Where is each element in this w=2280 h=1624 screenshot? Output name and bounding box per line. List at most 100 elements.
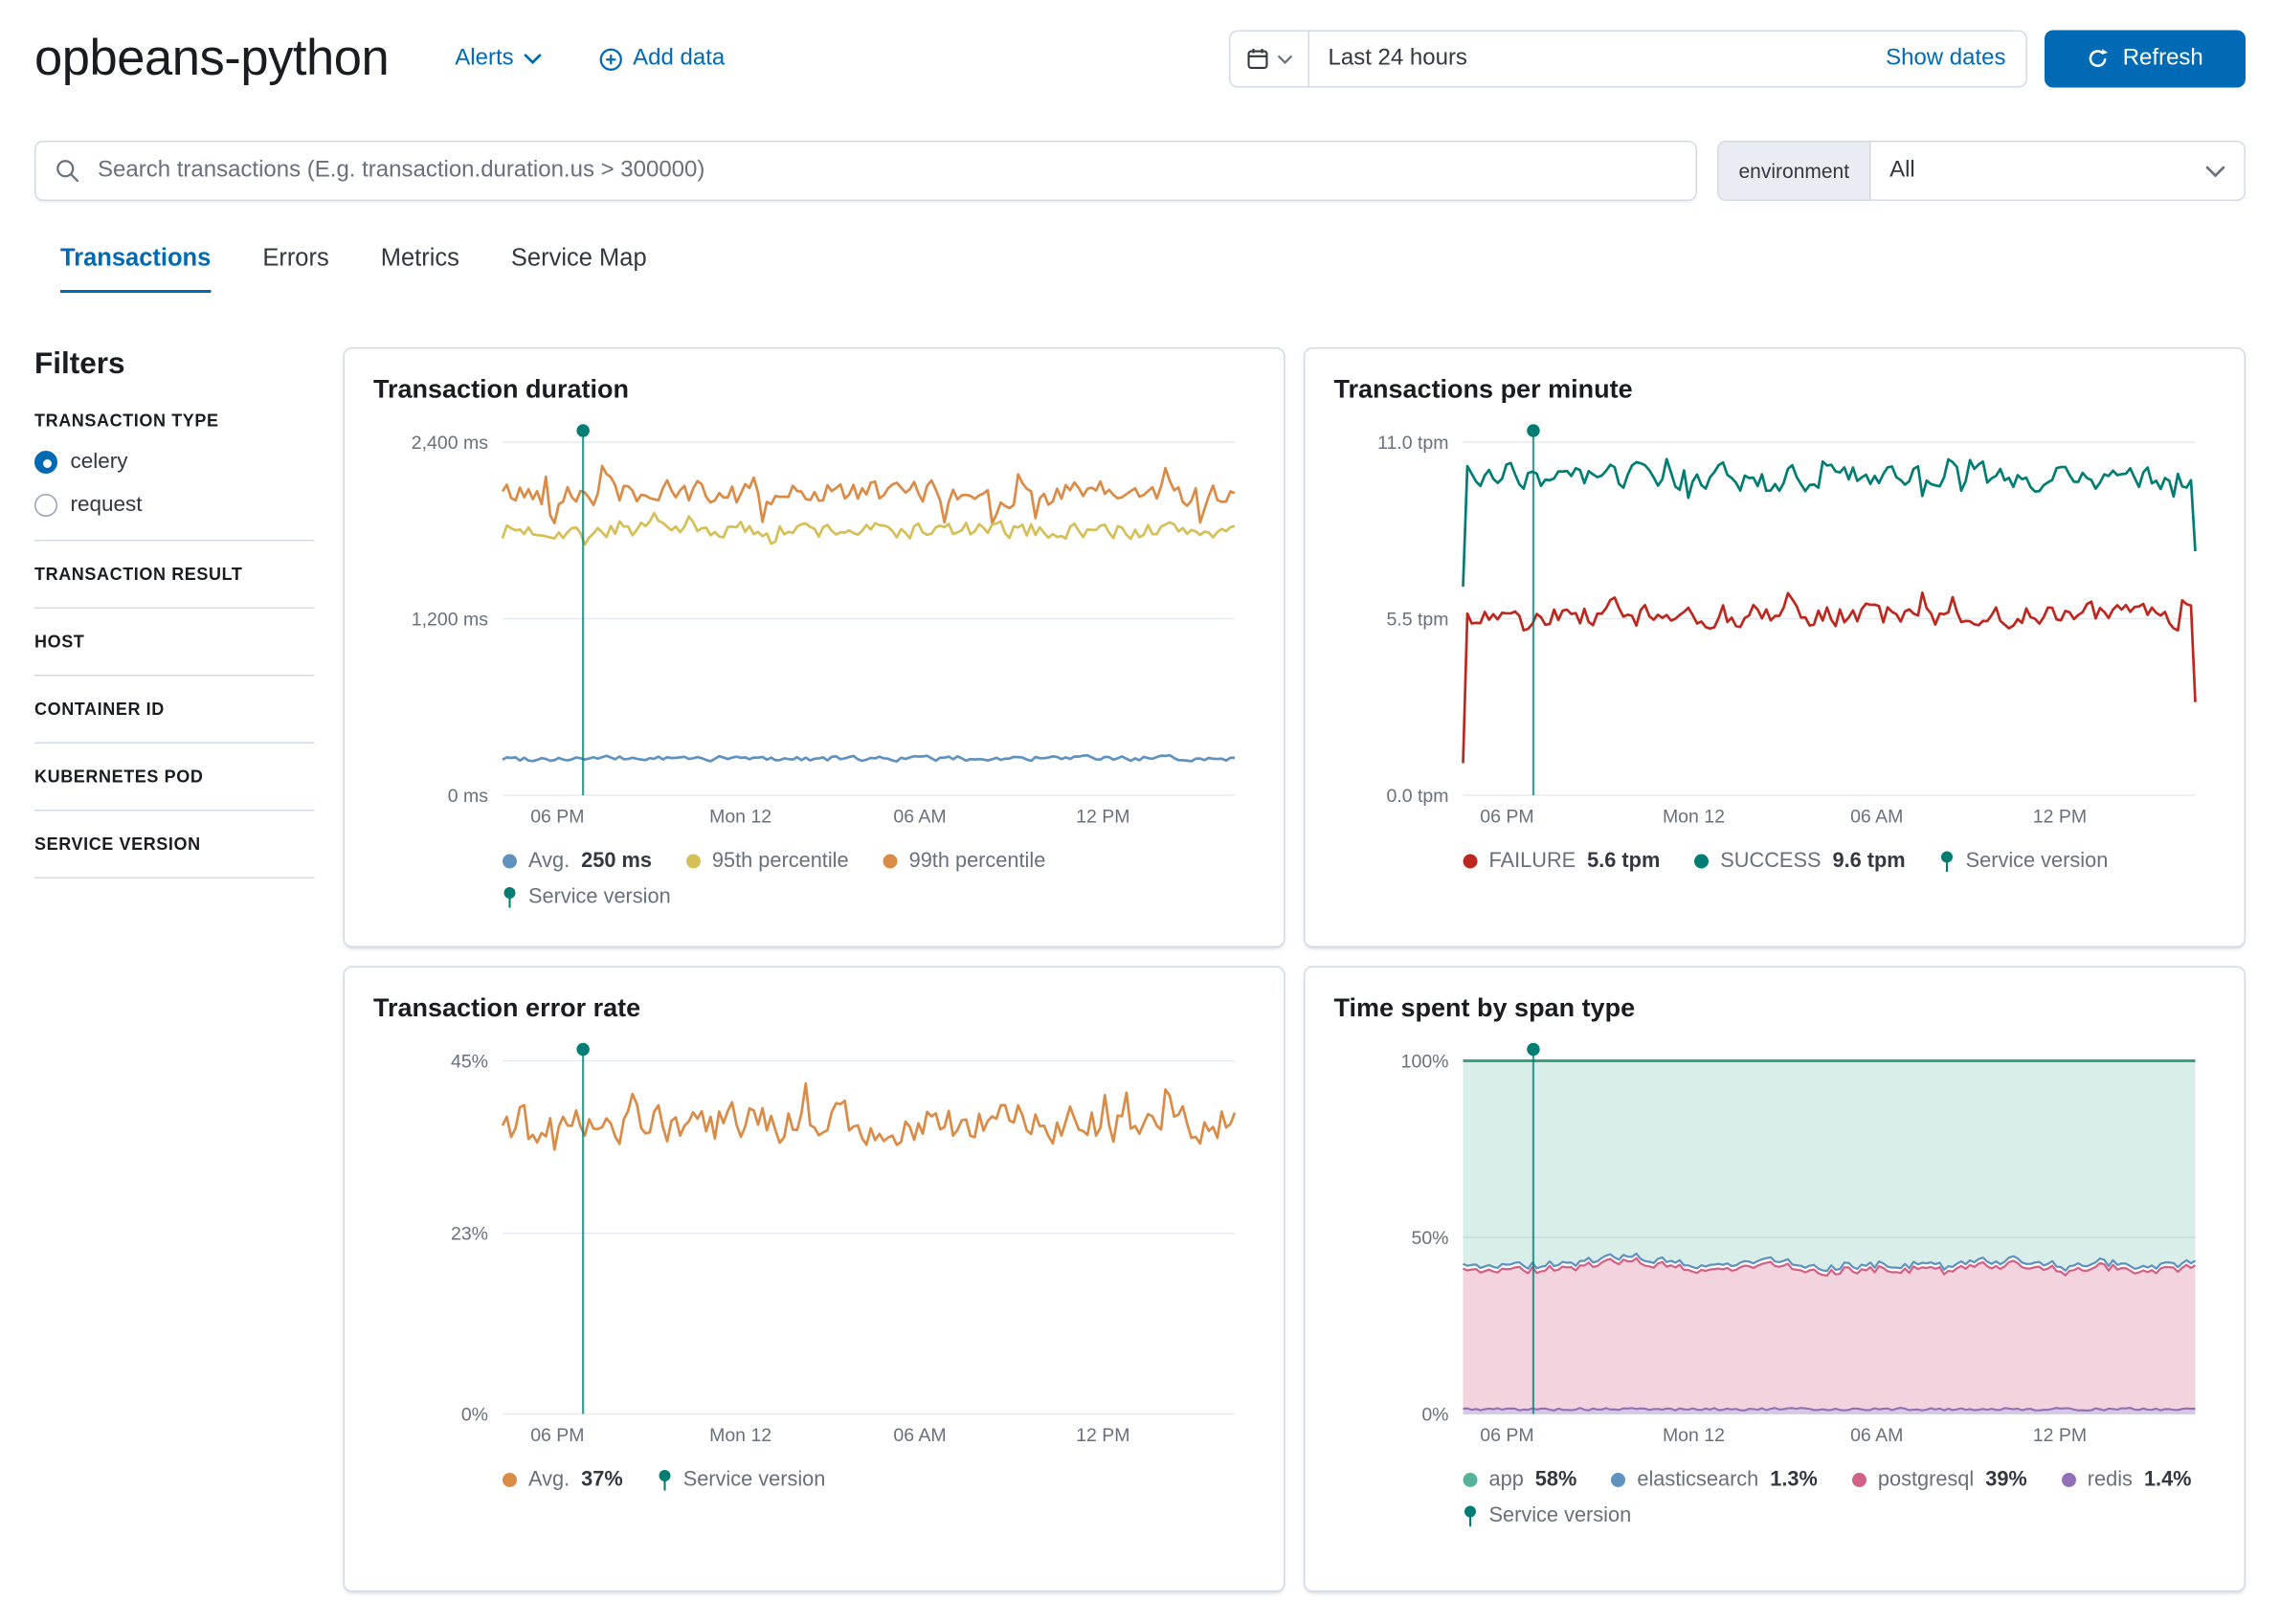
panel-transaction-duration: Transaction duration 2,400 ms1,200 ms0 m… [344,347,1285,947]
filter-section-label: KUBERNETES POD [34,767,315,787]
search-row: environment All [0,141,2280,201]
legend-dot-icon [1611,1473,1625,1487]
radio-celery[interactable] [34,450,57,473]
show-dates-button[interactable]: Show dates [1886,46,2025,72]
transaction-error-rate-chart[interactable]: 45%23%0%06 PMMon 1206 AM12 PM [373,1038,1255,1449]
legend-row: Avg.250 ms 95th percentile 99th percentile [503,850,1255,873]
filter-section-label: HOST [34,632,315,652]
tab-errors[interactable]: Errors [262,244,328,293]
legend-label: app [1489,1469,1524,1492]
legend-label: FAILURE [1489,850,1576,873]
radio-celery-label: celery [71,450,128,475]
legend-item-success[interactable]: SUCCESS9.6 tpm [1694,850,1905,873]
legend-dot-icon [1464,1473,1478,1487]
environment-select[interactable]: All [1869,141,2246,201]
radio-option-request[interactable]: request [34,493,315,518]
calendar-icon [1246,48,1269,71]
refresh-icon [2087,48,2110,71]
legend-item-app[interactable]: app58% [1464,1469,1577,1492]
legend-value: 9.6 tpm [1832,850,1905,873]
legend-item-avg-[interactable]: Avg.250 ms [503,850,652,873]
filter-section-service-version: SERVICE VERSION [34,834,315,855]
tab-service-map[interactable]: Service Map [511,244,647,293]
legend-item-service-version[interactable]: Service version [658,1469,826,1492]
refresh-button[interactable]: Refresh [2045,31,2246,88]
legend-label: redis [2088,1469,2133,1492]
svg-text:Mon 12: Mon 12 [1663,1425,1725,1446]
radio-request-label: request [71,493,143,518]
environment-filter: environment All [1717,141,2246,201]
legend-item-99th-percentile[interactable]: 99th percentile [883,850,1046,873]
legend-dot-icon [1852,1473,1866,1487]
svg-text:1,200 ms: 1,200 ms [412,609,488,630]
legend-item-service-version[interactable]: Service version [1464,1504,1632,1527]
svg-text:06 AM: 06 AM [1850,1425,1903,1446]
filter-section-host: HOST [34,632,315,652]
filter-section-kubernetes-pod: KUBERNETES POD [34,767,315,787]
search-input[interactable] [95,157,1677,186]
chevron-down-icon [524,54,541,65]
svg-text:06 PM: 06 PM [530,1425,584,1446]
alerts-label: Alerts [455,46,513,72]
search-icon [55,158,80,184]
legend-item-95th-percentile[interactable]: 95th percentile [686,850,849,873]
time-spent-by-span-type-chart[interactable]: 100%50%0%06 PMMon 1206 AM12 PM [1334,1038,2216,1449]
add-data-label: Add data [633,46,725,72]
legend-label: Service version [528,886,671,909]
tab-transactions[interactable]: Transactions [60,244,211,293]
legend-item-avg-[interactable]: Avg.37% [503,1469,623,1492]
time-spent-by-span-type-svg: 100%50%0%06 PMMon 1206 AM12 PM [1334,1038,2216,1449]
divider [34,675,315,677]
legend-item-service-version[interactable]: Service version [503,886,671,909]
chart-title: Transactions per minute [1334,375,2216,406]
radio-request[interactable] [34,493,57,516]
svg-text:50%: 50% [1411,1228,1448,1249]
tab-bar: Transactions Errors Metrics Service Map [0,244,2280,293]
legend-item-service-version[interactable]: Service version [1940,850,2109,873]
legend-item-elasticsearch[interactable]: elasticsearch1.3% [1611,1469,1818,1492]
date-range-value[interactable]: Last 24 hours [1309,46,1886,72]
svg-text:0%: 0% [1421,1404,1448,1425]
legend-value: 1.3% [1770,1469,1818,1492]
svg-text:06 PM: 06 PM [530,807,584,828]
svg-text:45%: 45% [451,1051,488,1072]
legend-dot-icon [1694,855,1709,869]
pin-marker-icon [503,886,517,908]
page-title: opbeans-python [34,29,389,89]
environment-value: All [1889,158,1915,184]
legend-label: 99th percentile [909,850,1046,873]
chart-title: Transaction duration [373,375,1255,406]
chevron-down-icon [2205,165,2225,178]
transaction-duration-chart[interactable]: 2,400 ms1,200 ms0 ms06 PMMon 1206 AM12 P… [373,419,1255,830]
filter-section-container-id: CONTAINER ID [34,700,315,720]
legend-label: Service version [1489,1504,1632,1527]
add-data-button[interactable]: Add data [598,46,725,72]
legend-row: Service version [1464,1504,2216,1527]
legend-dot-icon [1464,855,1478,869]
date-picker-calendar-button[interactable] [1231,32,1310,86]
legend-value: 5.6 tpm [1587,850,1660,873]
transactions-per-minute-chart[interactable]: 11.0 tpm5.5 tpm0.0 tpm06 PMMon 1206 AM12… [1334,419,2216,830]
plus-circle-icon [598,47,623,72]
apm-service-page: opbeans-python Alerts Add data Last 24 h… [0,0,2280,1624]
transaction-duration-svg: 2,400 ms1,200 ms0 ms06 PMMon 1206 AM12 P… [373,419,1255,830]
legend-dot-icon [2062,1473,2076,1487]
legend-item-failure[interactable]: FAILURE 5.6 tpm [1464,850,1661,873]
panel-transactions-per-minute: Transactions per minute 11.0 tpm5.5 tpm0… [1304,347,2246,947]
alerts-dropdown[interactable]: Alerts [455,46,541,72]
tab-metrics[interactable]: Metrics [381,244,459,293]
legend-row: app58% elasticsearch1.3% postgresql39% redi… [1464,1469,2216,1492]
legend-value: 1.4% [2144,1469,2192,1492]
divider [34,878,315,879]
legend-dot-icon [503,855,517,869]
legend-item-postgresql[interactable]: postgresql39% [1852,1469,2027,1492]
legend-item-redis[interactable]: redis 1.4% [2062,1469,2192,1492]
svg-text:23%: 23% [451,1224,488,1245]
svg-text:12 PM: 12 PM [1076,1425,1129,1446]
filter-section-label: TRANSACTION TYPE [34,411,315,431]
radio-option-celery[interactable]: celery [34,450,315,475]
svg-text:0.0 tpm: 0.0 tpm [1386,786,1448,807]
panel-transaction-error-rate: Transaction error rate 45%23%0%06 PMMon … [344,967,1285,1592]
pin-marker-icon [1464,1505,1478,1527]
legend-label: Avg. [528,1469,570,1492]
